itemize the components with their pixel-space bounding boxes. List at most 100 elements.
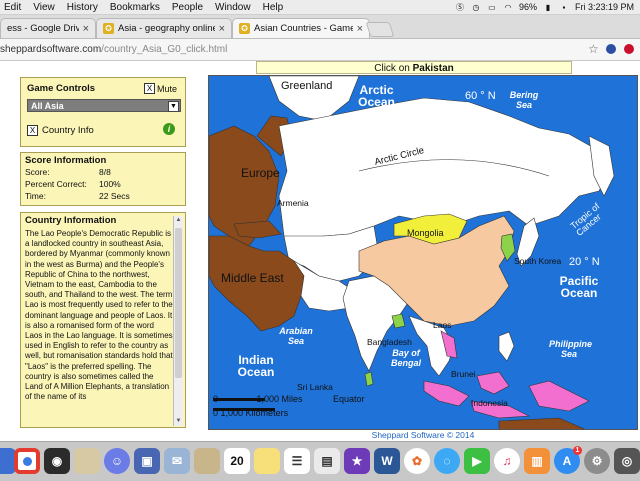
- prompt-target: Pakistan: [412, 63, 454, 74]
- tab-strip: ess - Google Drive × ✪ Asia - geography …: [0, 15, 640, 39]
- tab-asian-countries[interactable]: ✪ Asian Countries - Game Level ×: [232, 18, 370, 38]
- photos2-icon[interactable]: ✿: [404, 448, 430, 474]
- menu-edit[interactable]: Edit: [4, 2, 21, 13]
- mute-toggle[interactable]: X Mute: [143, 83, 177, 94]
- country-info-title: Country Information: [25, 215, 117, 226]
- new-tab-button[interactable]: [365, 22, 395, 37]
- label-philippine-sea: Philippine Sea: [549, 339, 593, 359]
- chrome-icon[interactable]: [14, 448, 40, 474]
- label-laos: Laos: [433, 320, 452, 330]
- region-select[interactable]: All Asia ▼: [27, 99, 181, 112]
- bookmark-star-icon[interactable]: ☆: [588, 42, 599, 56]
- close-icon[interactable]: ×: [219, 23, 225, 35]
- mute-checkbox[interactable]: X: [143, 83, 155, 94]
- close-icon[interactable]: ×: [83, 23, 89, 35]
- country-info-scrollbar[interactable]: ▲ ▼: [173, 216, 183, 426]
- discord-icon[interactable]: ☺: [104, 448, 130, 474]
- label-europe: Europe: [241, 166, 280, 180]
- preview-icon[interactable]: [74, 448, 100, 474]
- country-info-text: The Lao People's Democratic Republic is …: [25, 229, 173, 402]
- label-greenland: Greenland: [281, 80, 333, 92]
- music-icon[interactable]: ♫: [494, 448, 520, 474]
- reminders-icon[interactable]: ☰: [284, 448, 310, 474]
- system-preferences-icon[interactable]: ⚙: [584, 448, 610, 474]
- chevron-down-icon[interactable]: ▼: [168, 101, 179, 112]
- scale-km-row: 0 1,000 Kilometers: [213, 408, 303, 418]
- score-row: Score: 8/8: [25, 166, 181, 178]
- flag-icon[interactable]: ▪: [559, 3, 569, 12]
- imovie-icon[interactable]: ★: [344, 448, 370, 474]
- sheppard-favicon-icon: ✪: [239, 23, 250, 34]
- tab-google-drive[interactable]: ess - Google Drive ×: [0, 18, 96, 38]
- time-label: Time:: [25, 191, 46, 201]
- calendar-icon[interactable]: 20: [224, 448, 250, 474]
- battery-icon[interactable]: ▮: [543, 3, 553, 12]
- percent-value: 100%: [99, 179, 121, 189]
- extension-red-icon[interactable]: [624, 44, 634, 54]
- extension-globe-icon[interactable]: [606, 44, 616, 54]
- scale-miles: 1,000 Miles: [256, 394, 303, 404]
- camera-icon[interactable]: ◎: [614, 448, 640, 474]
- url-path: /country_Asia_G0_click.html: [101, 44, 228, 55]
- word-icon[interactable]: W: [374, 448, 400, 474]
- scale-miles-row: 0 1,000 Miles: [213, 394, 303, 404]
- facetime-icon[interactable]: ▶: [464, 448, 490, 474]
- country-info-checkbox[interactable]: X: [27, 125, 38, 136]
- virtualbox-icon[interactable]: ▣: [134, 448, 160, 474]
- tab-label: Asian Countries - Game Level: [254, 23, 353, 34]
- close-icon[interactable]: ×: [357, 23, 363, 35]
- asia-map[interactable]: Greenland Arctic Ocean 60 ° N Bering Sea…: [208, 75, 638, 430]
- menu-bar: Edit View History Bookmarks People Windo…: [0, 0, 640, 15]
- tab-label: ess - Google Drive: [7, 23, 79, 34]
- scroll-up-icon[interactable]: ▲: [174, 216, 183, 225]
- copyright-footer[interactable]: Sheppard Software © 2014: [208, 430, 638, 440]
- url-host: sheppardsoftware.com: [0, 44, 102, 55]
- label-pacific-ocean: Pacific Ocean: [559, 274, 599, 300]
- obs-icon[interactable]: ◉: [44, 448, 70, 474]
- tab-asia-games[interactable]: ✪ Asia - geography online games ×: [96, 18, 232, 38]
- scroll-thumb[interactable]: [175, 228, 182, 378]
- score-panel: Score Information Score: 8/8 Percent Corr…: [20, 152, 186, 206]
- prompt-prefix: Click on: [374, 63, 413, 74]
- menu-window[interactable]: Window: [215, 2, 251, 13]
- menu-bookmarks[interactable]: Bookmarks: [110, 2, 160, 13]
- appstore-icon[interactable]: A1: [554, 446, 582, 474]
- country-info-toggle[interactable]: X Country Info: [27, 125, 94, 136]
- wifi-icon[interactable]: ◠: [503, 3, 513, 12]
- sumatra-shape[interactable]: [423, 380, 470, 407]
- label-sri-lanka: Sri Lanka: [297, 382, 333, 392]
- menu-view[interactable]: View: [33, 2, 55, 13]
- scale-zero-miles: 0: [213, 394, 219, 404]
- url-field[interactable]: sheppardsoftware.com/country_Asia_G0_cli…: [0, 42, 596, 57]
- info-icon[interactable]: i: [163, 123, 175, 135]
- menu-clock[interactable]: Fri 3:23:19 PM: [575, 2, 634, 12]
- game-page: Click on Pakistan Game Controls X Mute A…: [0, 61, 640, 441]
- score-label: Score:: [25, 167, 50, 177]
- messages-icon[interactable]: ◌: [434, 448, 460, 474]
- label-bay-of-bengal: Bay of Bengal: [391, 348, 422, 368]
- label-brunei: Brunei: [451, 369, 476, 379]
- clock-icon[interactable]: ◷: [471, 3, 481, 12]
- bangladesh-shape[interactable]: [391, 313, 406, 329]
- books-icon[interactable]: ▥: [524, 448, 550, 474]
- scale-zero-km: 0: [213, 408, 219, 418]
- menu-help[interactable]: Help: [263, 2, 284, 13]
- airplay-icon[interactable]: ▭: [487, 3, 497, 12]
- menu-people[interactable]: People: [172, 2, 203, 13]
- scroll-down-icon[interactable]: ▼: [174, 417, 183, 426]
- scale-km: 1,000 Kilometers: [220, 408, 289, 418]
- philippines-shape[interactable]: [498, 331, 515, 362]
- label-indonesia: Indonesia: [471, 398, 508, 408]
- sheppard-favicon-icon: ✪: [103, 23, 114, 34]
- menu-history[interactable]: History: [67, 2, 98, 13]
- status-s-icon[interactable]: Ⓢ: [455, 3, 465, 12]
- borneo-shape[interactable]: [476, 371, 510, 395]
- region-select-value: All Asia: [31, 101, 64, 111]
- country-info-panel: Country Information The Lao People's Dem…: [20, 212, 186, 428]
- mail-icon[interactable]: ✉: [164, 448, 190, 474]
- keynote-icon[interactable]: ▤: [314, 448, 340, 474]
- new-guinea-shape[interactable]: [528, 380, 590, 412]
- photos-icon[interactable]: [194, 448, 220, 474]
- sri-lanka-shape[interactable]: [364, 371, 374, 387]
- notes-icon[interactable]: [254, 448, 280, 474]
